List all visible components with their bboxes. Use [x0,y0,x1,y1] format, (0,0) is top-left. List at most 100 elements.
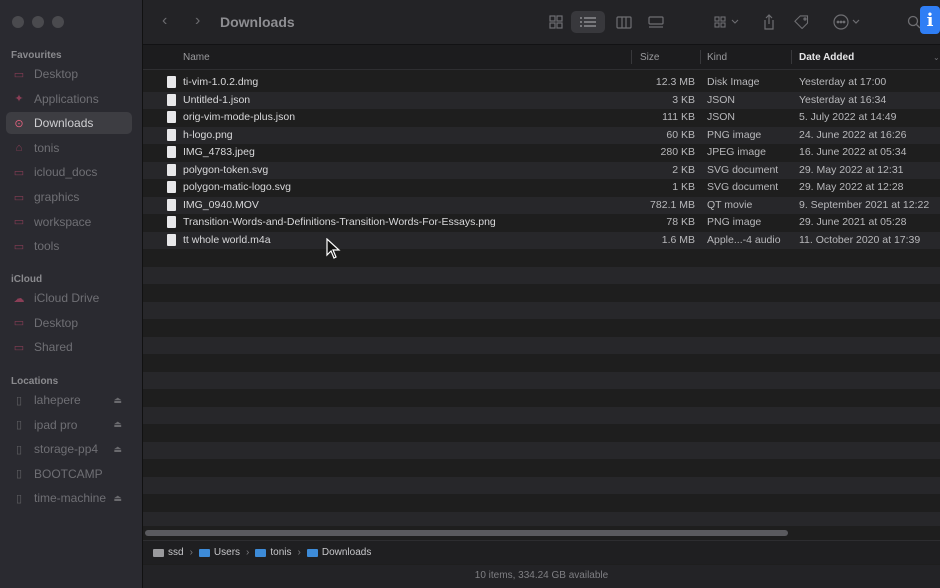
column-view-button[interactable] [611,11,637,33]
minimize-button[interactable] [32,16,44,28]
file-kind: QT movie [707,198,753,211]
empty-row [143,424,940,442]
finder-window: Favourites ▭ Desktop ✦ Applications ⊙ Downloa… [0,0,940,588]
home-icon: ⌂ [15,141,23,154]
sidebar-item-downloads[interactable]: ⊙ Downloads [6,112,132,135]
file-row[interactable]: h-logo.png 60 KB PNG image 24. June 2022 at… [143,126,940,144]
sidebar-item-shared[interactable]: ▭ Shared [6,336,132,358]
column-divider[interactable] [700,50,701,64]
desktop-icon: ▭ [13,68,25,81]
sidebar-item-lahepere[interactable]: ▯ lahepere ⏏ [6,389,132,411]
file-icon [167,233,176,246]
folder-icon: ▭ [13,166,25,179]
path-segment-users[interactable]: Users [198,547,240,558]
sidebar-item-time-machine[interactable]: ▯ time-machine ⏏ [6,487,132,509]
file-row[interactable]: polygon-matic-logo.svg 1 KB SVG document 29… [143,179,940,197]
file-row[interactable]: tt whole world.m4a 1.6 MB Apple...-4 audio… [143,231,940,249]
sidebar-item-bootcamp[interactable]: ▯ BOOTCAMP [6,463,132,485]
share-button[interactable] [759,11,779,33]
file-size: 280 KB [660,146,695,158]
action-button[interactable] [829,11,865,33]
path-segment-ssd[interactable]: ssd [153,547,184,558]
icon-view-button[interactable] [543,11,569,33]
sidebar-item-ipad-pro[interactable]: ▯ ipad pro ⏏ [6,414,132,436]
file-date-added: 9. September 2021 at 12:22 [799,198,930,211]
eject-icon[interactable]: ⏏ [113,493,122,504]
file-row[interactable]: orig-vim-mode-plus.json 111 KB JSON 5. July… [143,109,940,127]
close-button[interactable] [12,16,24,28]
sidebar-item-icloud-drive[interactable]: ☁ iCloud Drive [6,287,132,309]
search-button[interactable] [907,11,921,33]
gallery-icon [648,15,664,28]
sidebar-item-tonis[interactable]: ⌂ tonis [6,137,132,159]
folder-icon [306,548,318,557]
sidebar-item-label: Desktop [34,67,79,81]
tag-button[interactable] [791,11,813,33]
empty-row [143,441,940,459]
sidebar-item-label: time-machine [34,491,107,506]
column-size[interactable]: Size [640,52,659,63]
file-icon [167,216,176,228]
sidebar-item-label: iCloud Drive [34,291,100,305]
forward-button[interactable]: › [195,12,200,30]
file-kind: JSON [707,93,736,106]
empty-row [143,301,940,319]
file-kind: PNG image [707,128,762,141]
file-name: IMG_0940.MOV [183,198,259,211]
column-name[interactable]: Name [183,52,210,63]
file-row[interactable]: ti-vim-1.0.2.dmg 12.3 MB Disk Image Yesterd… [143,74,940,92]
file-row[interactable]: polygon-token.svg 2 KB SVG document 29. May… [143,161,940,179]
info-icon[interactable]: i [920,6,940,34]
file-name: tt whole world.m4a [183,233,271,246]
file-date-added: 29. June 2021 at 05:28 [799,216,907,228]
file-size: 78 KB [666,216,695,228]
file-row[interactable]: IMG_4783.jpeg 280 KB JPEG image 16. June 20… [143,144,940,162]
toolbar: ‹ › Downloads i [143,0,940,45]
empty-row [143,494,940,512]
file-name: orig-vim-mode-plus.json [183,111,296,123]
column-kind[interactable]: Kind [707,52,727,63]
column-divider[interactable] [631,50,632,64]
gallery-view-button[interactable] [643,11,669,33]
back-button[interactable]: ‹ [162,12,167,30]
file-row[interactable]: Untitled-1.json 3 KB JSON Yesterday at 16:3… [143,91,940,109]
sidebar-item-graphics[interactable]: ▭ graphics [6,186,132,208]
path-segment-downloads[interactable]: Downloads [306,547,371,558]
sidebar-item-icloud-docs[interactable]: ▭ icloud_docs [6,161,132,183]
column-divider[interactable] [791,50,792,64]
file-row[interactable]: IMG_0940.MOV 782.1 MB QT movie 9. September… [143,196,940,214]
path-segment-tonis[interactable]: tonis [255,547,292,558]
drive-icon: ▯ [15,492,23,505]
sidebar-item-applications[interactable]: ✦ Applications [6,88,132,110]
file-name: Transition-Words-and-Definitions-Transit… [183,216,496,228]
list-view-button[interactable] [571,11,605,33]
file-row[interactable]: Transition-Words-and-Definitions-Transit… [143,214,940,232]
sort-chevron-icon: ⌄ [933,53,940,62]
empty-row [143,266,940,284]
eject-icon[interactable]: ⏏ [113,395,122,406]
sidebar-item-label: Applications [34,91,99,106]
eject-icon[interactable]: ⏏ [113,444,122,455]
zoom-button[interactable] [52,16,64,28]
empty-row [143,371,940,389]
sidebar-item-desktop[interactable]: ▭ Desktop [6,312,132,334]
sidebar-item-label: tools [34,239,60,254]
sidebar-item-storage-pp4[interactable]: ▯ storage-pp4 ⏏ [6,438,132,460]
column-date-added[interactable]: Date Added [799,52,854,63]
group-button[interactable] [709,11,745,33]
path-bar: ssd › Users › tonis › Downloads [143,540,940,564]
empty-row [143,406,940,424]
eject-icon[interactable]: ⏏ [113,419,122,430]
file-kind: Disk Image [707,76,760,88]
empty-row [143,354,940,372]
empty-row [143,249,940,267]
folder-icon: ▭ [13,216,25,229]
sidebar-item-workspace[interactable]: ▭ workspace [6,211,132,233]
sidebar-item-tools[interactable]: ▭ tools [6,235,132,257]
sidebar-item-desktop[interactable]: ▭ Desktop [6,63,132,85]
mouse-cursor-icon [326,238,341,259]
path-chevron-icon: › [189,547,193,558]
cloud-icon: ☁ [13,292,25,305]
sidebar-item-label: storage-pp4 [34,442,99,457]
horizontal-scrollbar[interactable] [145,530,788,536]
